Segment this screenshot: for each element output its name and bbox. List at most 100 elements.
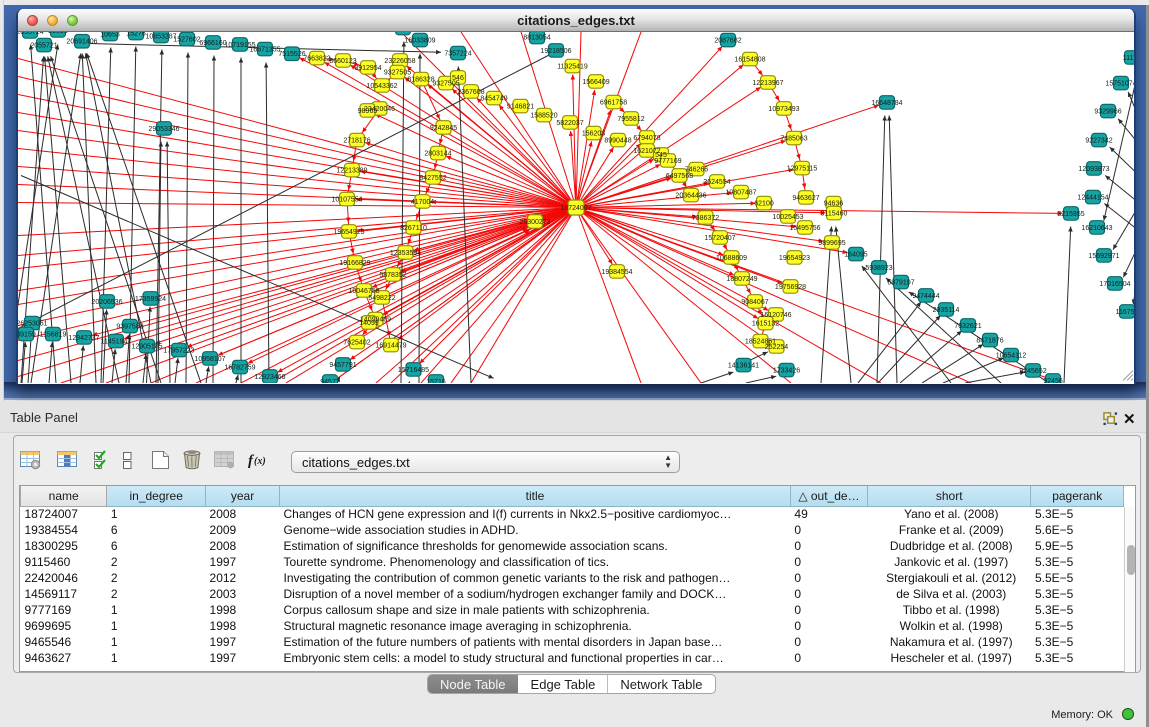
svg-text:19218506: 19218506 xyxy=(540,48,571,55)
svg-text:25300273: 25300273 xyxy=(519,219,550,226)
svg-text:8990448: 8990448 xyxy=(604,137,631,144)
svg-text:12353594: 12353594 xyxy=(390,250,421,257)
svg-text:26253061: 26253061 xyxy=(18,320,48,327)
svg-text:8186328: 8186328 xyxy=(407,76,434,83)
svg-text:16648784: 16648784 xyxy=(871,100,902,107)
svg-text:14136141: 14136141 xyxy=(728,362,759,369)
svg-text:5938923: 5938923 xyxy=(865,265,892,272)
svg-text:9146821: 9146821 xyxy=(507,103,534,110)
svg-text:1566409: 1566409 xyxy=(582,79,609,86)
svg-text:156203: 156203 xyxy=(582,130,605,137)
svg-text:10025453: 10025453 xyxy=(772,214,803,221)
svg-text:23226058: 23226058 xyxy=(384,58,415,65)
svg-text:10543362: 10543362 xyxy=(366,83,397,90)
svg-text:15495756: 15495756 xyxy=(789,225,820,232)
svg-text:14099: 14099 xyxy=(359,320,379,327)
svg-text:10654112: 10654112 xyxy=(996,352,1027,359)
svg-text:7632621: 7632621 xyxy=(954,323,981,330)
svg-text:1527602: 1527602 xyxy=(173,36,200,43)
svg-text:8471876: 8471876 xyxy=(976,337,1003,344)
svg-text:16120746: 16120746 xyxy=(760,312,791,319)
svg-text:11451947: 11451947 xyxy=(101,338,132,345)
svg-text:9329966: 9329966 xyxy=(1094,108,1121,115)
svg-text:2718176: 2718176 xyxy=(343,137,370,144)
svg-text:10046758: 10046758 xyxy=(348,288,379,295)
svg-text:12905185: 12905185 xyxy=(131,343,162,350)
svg-text:12444154: 12444154 xyxy=(1077,194,1108,201)
svg-text:8912954: 8912954 xyxy=(354,65,381,72)
svg-text:8267110: 8267110 xyxy=(400,225,427,232)
svg-text:12213967: 12213967 xyxy=(752,80,783,87)
svg-text:17359924: 17359924 xyxy=(135,296,166,303)
svg-text:9227342: 9227342 xyxy=(1085,137,1112,144)
svg-text:9777169: 9777169 xyxy=(654,158,681,165)
svg-text:15716: 15716 xyxy=(426,379,446,383)
svg-text:20691406: 20691406 xyxy=(66,39,97,46)
svg-text:7663822: 7663822 xyxy=(303,55,330,62)
svg-text:17016504: 17016504 xyxy=(1099,281,1130,288)
svg-text:7485063: 7485063 xyxy=(780,135,807,142)
svg-text:116753: 116753 xyxy=(1116,309,1134,316)
svg-text:16914479: 16914479 xyxy=(375,342,406,349)
svg-text:9115460: 9115460 xyxy=(821,210,848,217)
svg-text:1615132: 1615132 xyxy=(752,320,779,327)
svg-text:16671355: 16671355 xyxy=(249,46,280,53)
svg-text:6879197: 6879197 xyxy=(887,279,914,286)
svg-text:11325419: 11325419 xyxy=(557,63,588,70)
svg-text:9463627: 9463627 xyxy=(792,195,819,202)
svg-text:12975115: 12975115 xyxy=(787,165,818,172)
svg-text:10107554: 10107554 xyxy=(331,196,362,203)
svg-text:6794078: 6794078 xyxy=(633,135,660,142)
svg-text:19166829: 19166829 xyxy=(339,260,370,267)
svg-text:9474444: 9474444 xyxy=(912,293,939,300)
svg-text:29053346: 29053346 xyxy=(148,126,179,133)
svg-text:12213389: 12213389 xyxy=(336,167,367,174)
svg-text:9242845: 9242845 xyxy=(430,125,457,132)
svg-text:7955812: 7955812 xyxy=(617,116,644,123)
svg-text:9397588: 9397588 xyxy=(116,323,143,330)
svg-text:9327505: 9327505 xyxy=(384,69,411,76)
svg-text:164095: 164095 xyxy=(844,251,867,258)
svg-text:15276: 15276 xyxy=(126,32,146,37)
svg-text:18724007: 18724007 xyxy=(560,205,591,212)
svg-text:9245652: 9245652 xyxy=(1019,368,1046,375)
svg-text:15692971: 15692971 xyxy=(1088,253,1119,260)
svg-text:10688609: 10688609 xyxy=(716,255,747,262)
svg-text:6497568: 6497568 xyxy=(666,173,693,180)
svg-text:8660123: 8660123 xyxy=(329,58,356,65)
svg-text:7625402: 7625402 xyxy=(343,339,370,346)
svg-text:10807487: 10807487 xyxy=(725,189,756,196)
svg-text:2935114: 2935114 xyxy=(933,307,960,314)
svg-text:9084067: 9084067 xyxy=(741,299,768,306)
svg-text:94577: 94577 xyxy=(320,379,340,383)
svg-text:3624554: 3624554 xyxy=(703,179,730,186)
svg-text:20206536: 20206536 xyxy=(91,299,122,306)
svg-text:8813054: 8813054 xyxy=(523,34,550,41)
svg-text:17957223: 17957223 xyxy=(163,347,194,354)
svg-text:20891: 20891 xyxy=(48,32,68,35)
svg-text:18807249: 18807249 xyxy=(726,276,757,283)
svg-text:20364436: 20364436 xyxy=(675,192,706,199)
svg-text:5878352: 5878352 xyxy=(379,272,406,279)
svg-text:10653287: 10653287 xyxy=(145,33,176,40)
svg-text:252254: 252254 xyxy=(765,344,788,351)
svg-text:2055724: 2055724 xyxy=(18,32,44,36)
svg-text:10973493: 10973493 xyxy=(768,106,799,113)
svg-text:1588520: 1588520 xyxy=(530,112,557,119)
svg-text:6966160: 6966160 xyxy=(199,40,226,47)
svg-text:19654923: 19654923 xyxy=(779,255,810,262)
svg-text:7386372: 7386372 xyxy=(692,215,719,222)
svg-text:5822037: 5822037 xyxy=(556,120,583,127)
svg-text:1733426: 1733426 xyxy=(773,367,800,374)
svg-text:12923468: 12923468 xyxy=(254,374,285,381)
svg-text:10653: 10653 xyxy=(100,32,120,38)
svg-text:92456: 92456 xyxy=(1043,378,1063,383)
svg-text:19654925: 19654925 xyxy=(333,229,364,236)
svg-text:39159: 39159 xyxy=(18,331,36,338)
svg-text:11172: 11172 xyxy=(1123,55,1134,62)
svg-text:12942737: 12942737 xyxy=(68,335,99,342)
svg-text:7357224: 7357224 xyxy=(444,50,471,57)
svg-text:2803144: 2803144 xyxy=(424,150,451,157)
svg-text:5498222: 5498222 xyxy=(368,295,395,302)
svg-text:16782759: 16782759 xyxy=(224,364,255,371)
